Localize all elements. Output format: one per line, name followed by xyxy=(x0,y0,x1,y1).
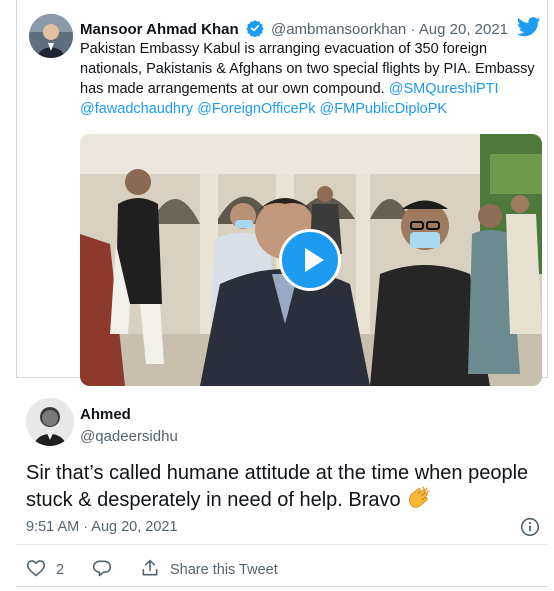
reply-timestamp[interactable]: 9:51 AM · Aug 20, 2021 xyxy=(26,519,178,535)
reply-author-handle[interactable]: @qadeersidhu xyxy=(80,428,178,445)
reply-button[interactable] xyxy=(92,558,112,582)
share-button[interactable]: Share this Tweet xyxy=(140,558,278,582)
verified-badge-icon xyxy=(246,19,264,41)
mention-link[interactable]: @fawadchaudhry xyxy=(80,101,193,117)
mention-link[interactable]: @SMQureshiPTI xyxy=(389,81,499,97)
parent-tweet-text: Pakistan Embassy Kabul is arranging evac… xyxy=(80,39,546,119)
like-count: 2 xyxy=(56,562,65,578)
share-label: Share this Tweet xyxy=(170,562,278,578)
share-icon xyxy=(140,558,160,582)
heart-icon xyxy=(26,558,46,582)
reply-tweet-text: Sir that’s called humane attitude at the… xyxy=(26,460,546,517)
avatar[interactable] xyxy=(26,398,74,446)
play-icon[interactable] xyxy=(279,229,341,291)
reply-author-name[interactable]: Ahmed xyxy=(80,406,131,423)
reply-icon xyxy=(92,558,112,582)
header-separator: · xyxy=(410,21,416,38)
mention-link[interactable]: @ForeignOfficePk xyxy=(197,101,315,117)
divider xyxy=(16,544,548,545)
tweet-date[interactable]: Aug 20, 2021 xyxy=(419,21,508,38)
mention-link[interactable]: @FMPublicDiploPK xyxy=(320,101,448,117)
info-icon[interactable] xyxy=(520,517,540,542)
author-name[interactable]: Mansoor Ahmad Khan xyxy=(80,21,239,38)
parent-tweet-header: Mansoor Ahmad Khan @ambmansoorkhan · Aug… xyxy=(80,19,508,41)
card-bottom-border xyxy=(16,586,548,591)
clapping-hands-emoji xyxy=(406,486,432,517)
avatar[interactable] xyxy=(29,14,73,58)
reply-body: Sir that’s called humane attitude at the… xyxy=(26,462,529,511)
author-handle[interactable]: @ambmansoorkhan xyxy=(271,21,406,38)
like-button[interactable]: 2 xyxy=(26,558,64,582)
